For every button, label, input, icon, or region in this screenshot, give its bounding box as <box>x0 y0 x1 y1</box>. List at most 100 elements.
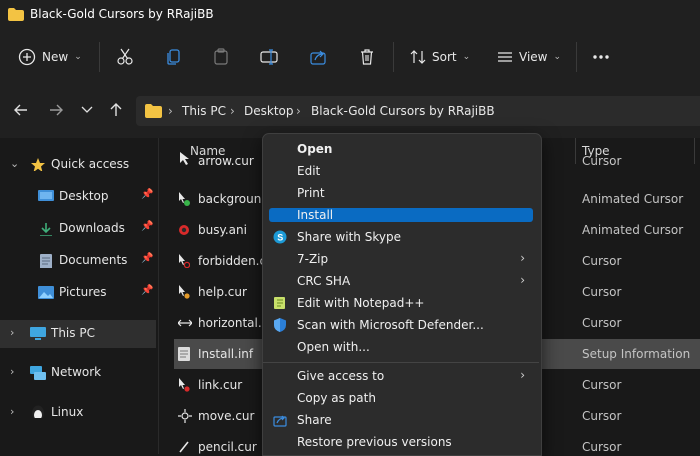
nav-item-downloads[interactable]: Downloads 📌 <box>0 216 156 242</box>
desktop-icon <box>38 190 54 201</box>
menu-item-share-with-skype[interactable]: S Share with Skype <box>269 227 533 248</box>
file-name: pencil.cur <box>198 440 257 454</box>
view-icon <box>498 52 512 62</box>
chevron-right-icon[interactable]: › <box>10 405 14 418</box>
arrow-up-icon <box>110 103 122 116</box>
cursor-forbidden-icon <box>179 254 190 268</box>
share-icon <box>310 50 326 65</box>
submenu-arrow-icon: › <box>520 273 525 287</box>
file-type: Cursor <box>582 409 622 423</box>
forward-button[interactable] <box>46 100 66 120</box>
separator <box>576 42 577 72</box>
setup-file-icon <box>178 347 190 361</box>
menu-item-crc-sha[interactable]: CRC SHA › <box>269 271 533 292</box>
nav-item-pictures[interactable]: Pictures 📌 <box>0 280 156 306</box>
delete-button[interactable] <box>358 40 376 74</box>
menu-item-give-access-to[interactable]: Give access to › <box>269 366 533 387</box>
file-type: Setup Information <box>582 347 691 361</box>
cursor-horizontal-resize-icon <box>178 319 192 327</box>
chevron-right-icon[interactable]: › <box>10 365 14 378</box>
menu-item-install[interactable]: Install <box>269 208 533 222</box>
cursor-busy-icon <box>179 192 190 206</box>
menu-item-scan-defender[interactable]: Scan with Microsoft Defender... <box>269 315 533 336</box>
up-button[interactable] <box>106 100 126 120</box>
file-type: Cursor <box>582 440 622 454</box>
nav-label: Downloads <box>59 221 125 235</box>
sort-button[interactable]: Sort ⌄ <box>410 40 470 74</box>
context-menu: Open Edit Print Install S Share with Sky… <box>262 133 542 456</box>
more-button[interactable] <box>592 40 610 74</box>
menu-label: CRC SHA <box>297 274 351 288</box>
nav-label: Network <box>51 365 102 379</box>
menu-item-notepad-plus-plus[interactable]: Edit with Notepad++ <box>269 293 533 314</box>
nav-item-desktop[interactable]: Desktop 📌 <box>0 184 156 210</box>
new-button[interactable]: New ⌄ <box>18 40 82 74</box>
breadcrumb-this-pc[interactable]: This PC <box>182 104 226 118</box>
file-name: busy.ani <box>198 223 247 237</box>
nav-item-quick-access[interactable]: ⌄ Quick access <box>0 152 156 178</box>
menu-item-share[interactable]: Share <box>269 410 533 431</box>
copy-icon <box>167 49 180 65</box>
nav-item-network[interactable]: › Network <box>0 360 156 386</box>
nav-label: Quick access <box>51 157 130 171</box>
menu-item-edit[interactable]: Edit <box>269 161 533 182</box>
submenu-arrow-icon: › <box>520 251 525 265</box>
cursor-link-icon <box>179 378 190 392</box>
address-bar[interactable]: › This PC › Desktop › Black-Gold Cursors… <box>136 96 700 126</box>
cursor-help-icon <box>179 285 190 299</box>
menu-item-7zip[interactable]: 7-Zip › <box>269 249 533 270</box>
chevron-down-icon: ⌄ <box>74 52 82 62</box>
submenu-arrow-icon: › <box>520 368 525 382</box>
nav-item-linux[interactable]: › Linux <box>0 400 156 426</box>
menu-separator <box>263 362 539 363</box>
recent-locations-button[interactable] <box>77 100 97 120</box>
chevron-down-icon[interactable]: ⌄ <box>10 157 19 170</box>
chevron-down-icon: ⌄ <box>553 52 562 62</box>
delete-icon <box>361 49 373 65</box>
nav-label: Desktop <box>59 189 109 203</box>
file-type: Cursor <box>582 316 622 330</box>
pin-icon: 📌 <box>141 189 154 200</box>
title-bar: Black-Gold Cursors by RRajiBB <box>0 0 700 30</box>
address-row: › This PC › Desktop › Black-Gold Cursors… <box>0 86 700 138</box>
paste-button[interactable] <box>212 40 230 74</box>
sort-label: Sort <box>432 50 457 64</box>
menu-label: Share <box>297 413 332 427</box>
menu-item-open[interactable]: Open <box>269 139 533 160</box>
nav-item-documents[interactable]: Documents 📌 <box>0 248 156 274</box>
sort-icon <box>410 50 426 64</box>
copy-button[interactable] <box>165 40 183 74</box>
skype-icon: S <box>273 230 287 244</box>
nav-label: Documents <box>59 253 128 267</box>
rename-button[interactable] <box>260 40 278 74</box>
breadcrumb-current-folder[interactable]: Black-Gold Cursors by RRajiBB <box>311 104 495 118</box>
pane-divider[interactable] <box>158 138 159 454</box>
back-button[interactable] <box>11 100 31 120</box>
file-type: Animated Cursor <box>582 192 684 206</box>
menu-label: Edit with Notepad++ <box>297 296 425 310</box>
view-button[interactable]: View ⌄ <box>497 40 561 74</box>
chevron-right-icon[interactable]: › <box>10 326 14 339</box>
menu-item-restore-previous-versions[interactable]: Restore previous versions <box>269 432 533 453</box>
download-icon <box>40 223 52 236</box>
menu-item-print[interactable]: Print <box>269 183 533 204</box>
share-button[interactable] <box>309 40 327 74</box>
pictures-icon <box>38 286 54 299</box>
pin-icon: 📌 <box>141 285 154 296</box>
menu-item-open-with[interactable]: Open with... <box>269 337 533 358</box>
cut-button[interactable] <box>116 40 134 74</box>
file-name: help.cur <box>198 285 247 299</box>
window-title: Black-Gold Cursors by RRajiBB <box>30 7 214 21</box>
nav-label: This PC <box>51 326 95 340</box>
folder-icon <box>145 104 162 118</box>
cursor-arrow-icon <box>180 152 189 165</box>
arrow-right-icon <box>50 104 63 116</box>
star-icon <box>31 158 45 171</box>
breadcrumb-chevron-icon: › <box>296 104 301 118</box>
navigation-pane: ⌄ Quick access Desktop 📌 Downloads 📌 Doc… <box>0 138 158 454</box>
menu-item-copy-as-path[interactable]: Copy as path <box>269 388 533 409</box>
nav-item-this-pc[interactable]: › This PC <box>0 320 156 348</box>
breadcrumb-desktop[interactable]: Desktop <box>244 104 294 118</box>
menu-label: Install <box>297 208 334 222</box>
menu-label: Restore previous versions <box>297 435 452 449</box>
